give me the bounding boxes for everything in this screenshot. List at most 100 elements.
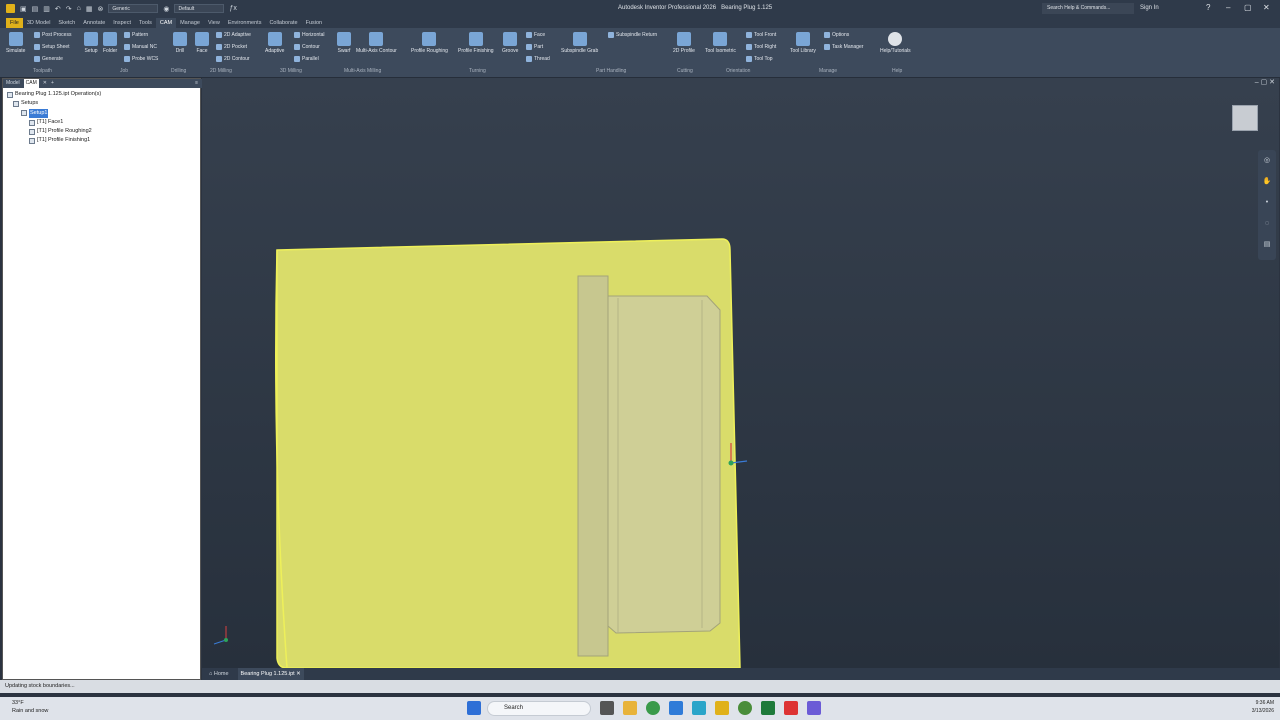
excel-icon[interactable]	[761, 701, 775, 715]
group-2d-milling[interactable]: 2D Milling	[210, 68, 232, 74]
tree-setup1[interactable]: Setup1	[7, 108, 101, 118]
contour-button[interactable]: Contour	[294, 44, 320, 50]
parallel-button[interactable]: Parallel	[294, 56, 319, 62]
open-icon[interactable]: ▤	[32, 5, 39, 13]
acrobat-icon[interactable]	[784, 701, 798, 715]
tool-isometric-button[interactable]: Tool Isometric	[705, 32, 736, 54]
tab-environments[interactable]: Environments	[224, 18, 266, 28]
tab-bearing-plug[interactable]: Bearing Plug 1.125.ipt ✕	[237, 668, 304, 680]
tool-right-button[interactable]: Tool Right	[746, 44, 776, 50]
adaptive-button[interactable]: Adaptive	[265, 32, 284, 54]
post-process-button[interactable]: Post Process	[34, 32, 71, 38]
tab-view[interactable]: View	[204, 18, 224, 28]
group-orientation[interactable]: Orientation	[726, 68, 750, 74]
tab-file[interactable]: File	[6, 18, 23, 28]
close-button[interactable]: ✕	[1263, 3, 1270, 12]
groove-button[interactable]: Groove	[502, 32, 518, 54]
part-body[interactable]	[607, 295, 721, 634]
tab-home[interactable]: ⌂ Home	[206, 668, 232, 680]
model-view[interactable]	[202, 78, 1279, 668]
tab-tools[interactable]: Tools	[135, 18, 156, 28]
swarf-button[interactable]: Swarf	[337, 32, 351, 54]
add-tab-icon[interactable]: +	[51, 79, 54, 88]
tool-top-button[interactable]: Tool Top	[746, 56, 773, 62]
subspindle-grab-button[interactable]: Subspindle Grab	[561, 32, 598, 54]
function-icon[interactable]: ƒx	[229, 5, 236, 12]
teams-icon[interactable]	[807, 701, 821, 715]
tab-fusion[interactable]: Fusion	[302, 18, 327, 28]
tab-sketch[interactable]: Sketch	[54, 18, 79, 28]
task-manager-button[interactable]: Task Manager	[824, 44, 863, 50]
tab-cam[interactable]: CAM	[155, 18, 177, 28]
browser-icon[interactable]	[738, 701, 752, 715]
part-flange[interactable]	[577, 275, 609, 657]
options-button[interactable]: Options	[824, 32, 849, 38]
profile-finishing-button[interactable]: Profile Finishing	[458, 32, 494, 54]
chrome-icon[interactable]	[646, 701, 660, 715]
tab-cam-browser[interactable]: CAM	[23, 79, 39, 88]
tree-op-profile-roughing2[interactable]: [T1] Profile Roughing2	[7, 127, 101, 136]
material-dropdown[interactable]: Generic	[108, 4, 159, 13]
group-3d-milling[interactable]: 3D Milling	[280, 68, 302, 74]
simulate-button[interactable]: Simulate	[6, 32, 25, 54]
help-icon[interactable]: ?	[1206, 3, 1210, 12]
task-view-icon[interactable]	[600, 701, 614, 715]
manual-nc-button[interactable]: Manual NC	[124, 44, 157, 50]
weather-widget[interactable]: 33°F Rain and snow	[12, 699, 48, 715]
face-button[interactable]: Face	[195, 32, 209, 54]
close-tab-icon[interactable]: ✕	[43, 79, 47, 88]
tab-model[interactable]: Model	[6, 79, 20, 88]
pattern-button[interactable]: Pattern	[124, 32, 148, 38]
adaptive-2d-button[interactable]: 2D Adaptive	[216, 32, 251, 38]
menu-icon[interactable]: ≡	[195, 79, 202, 88]
profile-2d-button[interactable]: 2D Profile	[673, 32, 695, 54]
minimize-button[interactable]: –	[1226, 3, 1230, 12]
tab-inspect[interactable]: Inspect	[109, 18, 135, 28]
taskbar-search[interactable]: Search	[487, 701, 591, 716]
pocket-2d-button[interactable]: 2D Pocket	[216, 44, 247, 50]
viewport-window-controls[interactable]: – ▢ ✕	[1255, 78, 1275, 86]
appearance-icon[interactable]: ◉	[163, 5, 169, 13]
multi-axis-contour-button[interactable]: Multi-Axis Contour	[356, 32, 397, 54]
generate-button[interactable]: Generate	[34, 56, 63, 62]
inventor-app-icon[interactable]	[715, 701, 729, 715]
file-explorer-icon[interactable]	[623, 701, 637, 715]
horizontal-button[interactable]: Horizontal	[294, 32, 325, 38]
new-icon[interactable]: ▣	[20, 5, 27, 13]
navigation-bar[interactable]: ◎ ✋ • ◌ ▤	[1258, 150, 1276, 260]
group-turning[interactable]: Turning	[469, 68, 486, 74]
help-tutorials-button[interactable]: Help/Tutorials	[880, 32, 911, 54]
tree-setups[interactable]: Setups	[7, 99, 101, 108]
help-search-input[interactable]: Search Help & Commands...	[1042, 3, 1134, 14]
contour-2d-button[interactable]: 2D Contour	[216, 56, 250, 62]
maximize-button[interactable]: ▢	[1244, 3, 1252, 12]
outlook-icon[interactable]	[669, 701, 683, 715]
tab-manage[interactable]: Manage	[176, 18, 204, 28]
appearance-dropdown[interactable]: Default	[174, 4, 225, 13]
turn-face-button[interactable]: Face	[526, 32, 545, 38]
thread-button[interactable]: Thread	[526, 56, 550, 62]
profile-roughing-button[interactable]: Profile Roughing	[411, 32, 448, 54]
setup-button[interactable]: Setup	[84, 32, 98, 54]
home-icon[interactable]: ⌂	[77, 5, 81, 12]
windows-start-icon[interactable]	[467, 701, 481, 715]
tab-annotate[interactable]: Annotate	[79, 18, 109, 28]
part-button[interactable]: Part	[526, 44, 543, 50]
close-circle-icon[interactable]: ⊗	[97, 5, 103, 13]
taskbar-clock[interactable]: 9:36 AM 3/13/2026	[1240, 700, 1274, 715]
nav-icons[interactable]: ◎ ✋ • ◌ ▤	[1258, 150, 1276, 255]
tab-3d-model[interactable]: 3D Model	[23, 18, 55, 28]
setup-sheet-button[interactable]: Setup Sheet	[34, 44, 70, 50]
folder-button[interactable]: Folder	[103, 32, 117, 54]
sign-in-button[interactable]: Sign In	[1140, 5, 1159, 11]
tab-collaborate[interactable]: Collaborate	[265, 18, 301, 28]
tool-library-button[interactable]: Tool Library	[790, 32, 816, 54]
select-icon[interactable]: ▦	[86, 5, 93, 13]
tree-root[interactable]: Bearing Plug 1.125.ipt Operation(s)	[7, 90, 101, 99]
tree-op-face1[interactable]: [T1] Face1	[7, 118, 101, 127]
save-icon[interactable]: ▥	[43, 5, 50, 13]
subspindle-return-button[interactable]: Subspindle Return	[608, 32, 657, 38]
probe-wcs-button[interactable]: Probe WCS	[124, 56, 158, 62]
redo-icon[interactable]: ↷	[66, 5, 72, 13]
tool-front-button[interactable]: Tool Front	[746, 32, 776, 38]
